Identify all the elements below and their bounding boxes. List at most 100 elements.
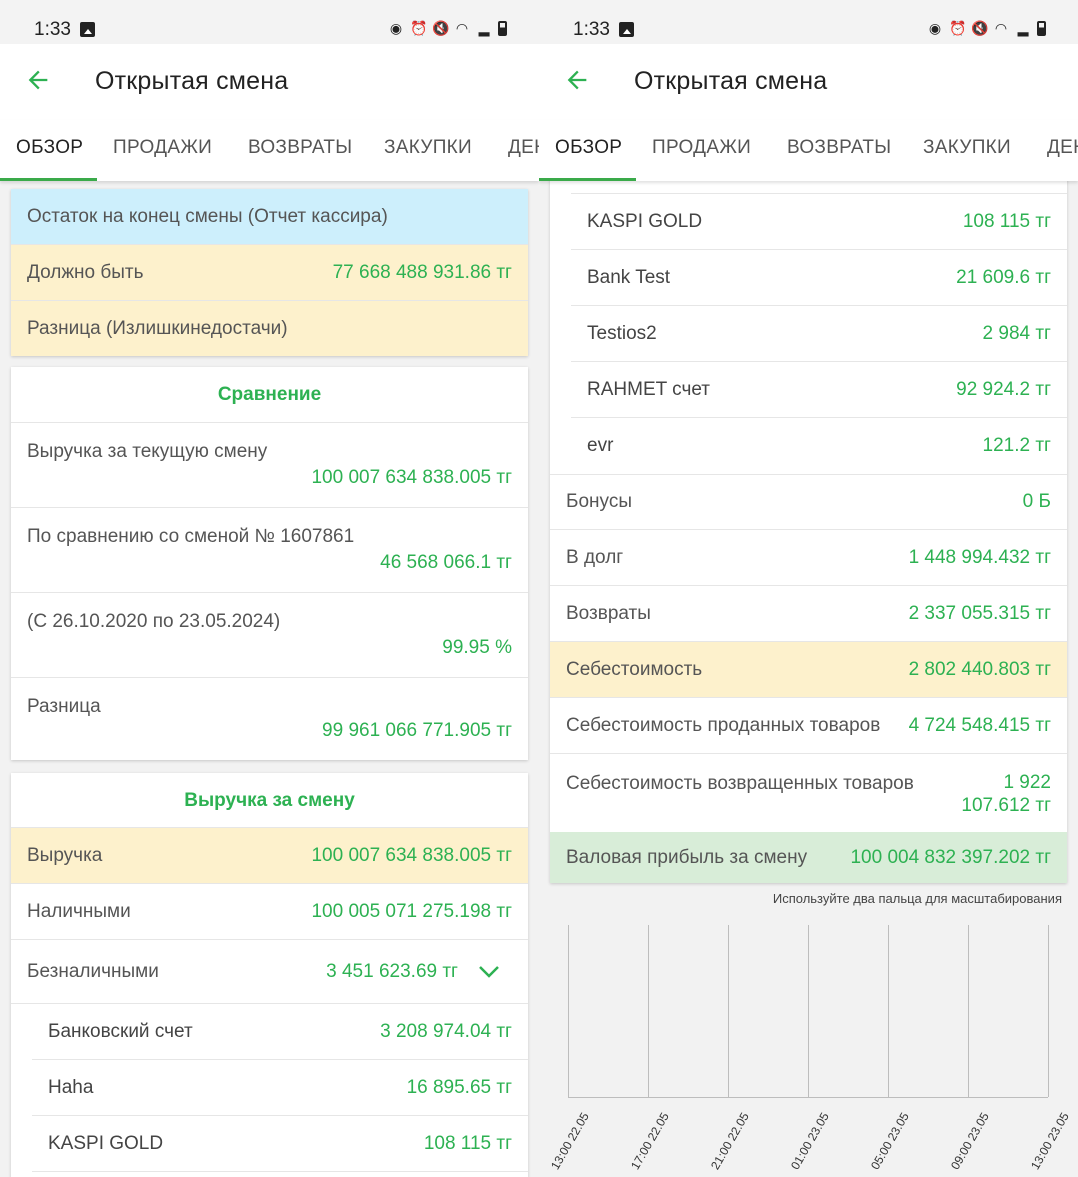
account-label: Bank Test [587,266,671,288]
comparison-value: 99.95 % [442,637,512,658]
app-bar: Открытая смена [539,44,1078,120]
alarm-icon: ⏰ [410,20,428,36]
difference-label: Разница (Излишкинедостачи) [27,317,288,339]
comparison-value: 46 568 066.1 тг [380,552,512,573]
tab-overview[interactable]: ОБЗОР [555,137,622,159]
bonuses-row: Бонусы 0 Б [550,474,1067,530]
account-row: Testios2 2 984 тг [571,306,1067,362]
wifi-icon: ◠ [455,20,469,36]
bonuses-label: Бонусы [566,491,632,512]
account-label: RAHMET счет [587,378,710,400]
tab-money[interactable]: ДЕНЬГИ [1047,137,1078,159]
difference-row: Разница (Излишкинедостачи) [11,301,528,356]
tab-returns[interactable]: ВОЗВРАТЫ [248,137,352,159]
status-time: 1:33 [573,19,610,40]
comparison-label: (С 26.10.2020 по 23.05.2024) [27,611,281,632]
noncash-row[interactable]: Безналичными 3 451 623.69 тг [11,940,528,1004]
cost-sold-value: 4 724 548.415 тг [908,714,1051,736]
back-arrow-icon[interactable] [563,66,591,94]
returns-row: Возвраты 2 337 055.315 тг [550,586,1067,642]
comparison-value: 100 007 634 838.005 тг [311,467,512,488]
chart-gridline [1048,925,1049,1097]
account-row: Банковский счет 3 208 974.04 тг [32,1004,528,1060]
account-value: 121.2 тг [982,435,1051,456]
cost-sold-row: Себестоимость проданных товаров 4 724 54… [550,698,1067,754]
chart-gridline [648,925,649,1097]
left-screen: 1:33 ◉ ⏰ 🔇 ◠ ▂ Открытая смена ОБЗОР ПРОД… [0,0,539,1177]
tab-returns[interactable]: ВОЗВРАТЫ [787,137,891,159]
revenue-chart[interactable]: 13:00 22.05 17:00 22.05 21:00 22.05 01:00 2… [539,925,1078,1177]
account-value: 92 924.2 тг [956,378,1051,400]
comparison-row: По сравнению со сменой № 1607861 46 568 … [11,508,528,593]
bonuses-value: 0 Б [1022,491,1051,512]
comparison-label: По сравнению со сменой № 1607861 [27,526,355,547]
overview-scroll[interactable]: KASPI GOLD 108 115 тг Bank Test 21 609.6… [539,181,1078,1177]
signal-icon: ▂ [478,20,490,36]
cost-label: Себестоимость [566,658,703,680]
page-title: Открытая смена [634,67,828,95]
chart-tick-label: 13:00 22.05 [548,1110,592,1172]
returns-value: 2 337 055.315 тг [908,602,1051,624]
account-value: 3 208 974.04 тг [380,1020,512,1042]
mute-icon: 🔇 [971,20,989,36]
right-screen: 1:33 ◉ ⏰ 🔇 ◠ ▂ Открытая смена ОБЗОР ПРОД… [539,0,1078,1177]
page-title: Открытая смена [95,67,289,95]
cash-row: Наличными 100 005 071 275.198 тг [11,884,528,940]
account-row: Bank Test 21 609.6 тг [571,250,1067,306]
chart-gridline [808,925,809,1097]
tab-indicator [0,178,97,181]
comparison-row: Выручка за текущую смену 100 007 634 838… [11,423,528,508]
account-label: Haha [48,1076,94,1098]
cost-returned-value-line2: 107.612 тг [961,795,1051,816]
status-bar: 1:33 ◉ ⏰ 🔇 ◠ ▂ [539,0,1078,44]
balance-title: Остаток на конец смены (Отчет кассира) [27,205,388,227]
chart-tick-label: 21:00 22.05 [708,1110,752,1172]
tab-sales[interactable]: ПРОДАЖИ [652,137,751,159]
android-icon: ◉ [389,20,403,36]
tab-purchases[interactable]: ЗАКУПКИ [923,137,1011,159]
cost-returned-label: Себестоимость возвращенных товаров [566,773,914,794]
tab-overview[interactable]: ОБЗОР [16,137,83,159]
revenue-total-label: Выручка [27,844,103,866]
account-value: 21 609.6 тг [956,266,1051,288]
chart-gridline [888,925,889,1097]
account-label: KASPI GOLD [48,1132,164,1154]
overview-scroll[interactable]: Остаток на конец смены (Отчет кассира) Д… [0,181,539,1177]
chart-gridline [968,925,969,1097]
comparison-card: Сравнение Выручка за текущую смену 100 0… [11,367,528,760]
chevron-down-icon[interactable] [478,965,500,979]
alarm-icon: ⏰ [949,20,967,36]
gross-profit-row: Валовая прибыль за смену 100 004 832 397… [550,832,1067,883]
chart-gridline [568,925,569,1097]
chart-tick-label: 09:00 23.05 [948,1110,992,1172]
cash-value: 100 005 071 275.198 тг [311,900,512,922]
should-be-row: Должно быть 77 668 488 931.86 тг [11,245,528,301]
back-arrow-icon[interactable] [24,66,52,94]
status-time: 1:33 [34,19,71,40]
comparison-row: Разница 99 961 066 771.905 тг [11,678,528,760]
account-row: KASPI GOLD 108 115 тг [32,1116,528,1172]
account-value: 108 115 тг [962,210,1051,232]
chart-tick-label: 17:00 22.05 [628,1110,672,1172]
comparison-title: Сравнение [217,384,322,405]
account-row: evr 121.2 тг [571,418,1067,474]
revenue-total-value: 100 007 634 838.005 тг [311,844,512,866]
chart-gridline [728,925,729,1097]
tab-purchases[interactable]: ЗАКУПКИ [384,137,472,159]
comparison-label: Разница [27,696,101,717]
gallery-icon [619,22,634,37]
noncash-label: Безналичными [27,960,159,982]
revenue-title: Выручка за смену [184,790,355,811]
cost-row: Себестоимость 2 802 440.803 тг [550,642,1067,698]
tab-sales[interactable]: ПРОДАЖИ [113,137,212,159]
revenue-card: Выручка за смену Выручка 100 007 634 838… [11,773,528,1177]
account-row: KASPI GOLD 108 115 тг [571,194,1067,250]
tab-money[interactable]: ДЕНЬГИ [508,137,539,159]
status-bar: 1:33 ◉ ⏰ 🔇 ◠ ▂ [0,0,539,44]
tab-bar: ОБЗОР ПРОДАЖИ ВОЗВРАТЫ ЗАКУПКИ ДЕНЬГИ [539,120,1078,181]
signal-icon: ▂ [1017,20,1029,36]
revenue-total-row: Выручка 100 007 634 838.005 тг [11,828,528,884]
battery-icon [1037,20,1046,36]
debt-row: В долг 1 448 994.432 тг [550,530,1067,586]
cost-returned-value-line1: 1 922 [1003,772,1051,793]
